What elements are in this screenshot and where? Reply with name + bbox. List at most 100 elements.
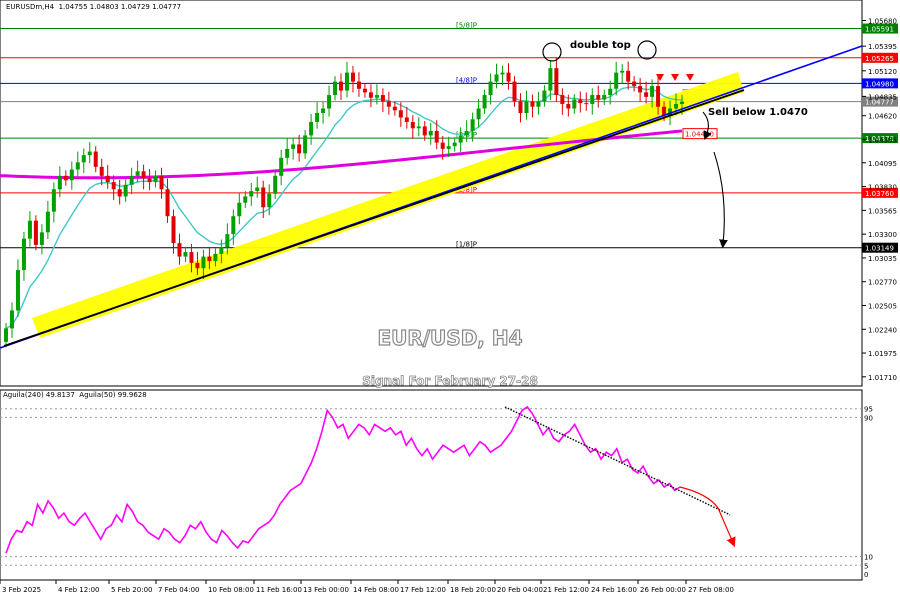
candle-body <box>15 270 20 311</box>
candle-body <box>512 81 517 102</box>
candle-body <box>45 211 50 233</box>
price-tick-label: 1.04620 <box>868 113 897 121</box>
candle-body <box>237 202 242 217</box>
price-tick-label: 1.03035 <box>868 255 897 263</box>
price-tick-label: 1.05395 <box>868 43 897 51</box>
candle-body <box>93 151 98 167</box>
time-tick-label: 10 Feb 08:00 <box>208 586 254 594</box>
indicator-pane <box>0 389 863 581</box>
candle-body <box>339 81 344 91</box>
price-tick-label: 1.04355 <box>868 136 897 144</box>
candle-body <box>105 175 110 183</box>
candle-body <box>225 234 230 248</box>
price-tick-label: 1.03300 <box>868 231 897 239</box>
indicator-header: Aguila(240) 49.8137 Aguila(50) 99.9628 <box>3 391 147 399</box>
price-tick-label: 1.05680 <box>868 18 897 26</box>
candle-body <box>75 162 80 170</box>
candle-body <box>518 101 523 113</box>
candle-body <box>273 175 278 194</box>
candle-body <box>309 121 314 136</box>
symbol-header: EURUSDm,H4 1.04755 1.04803 1.04729 1.047… <box>6 3 182 11</box>
candle-body <box>69 169 74 181</box>
time-axis: 3 Feb 2025 4 Feb 12:00 5 Feb 20:00 7 Feb 04… <box>0 580 734 594</box>
time-tick-label: 7 Feb 04:00 <box>158 586 199 594</box>
candle-body <box>219 247 224 254</box>
candle-body <box>123 184 128 197</box>
level-price-tag-text: 1.03149 <box>865 245 894 253</box>
candle-body <box>482 95 487 109</box>
candle-body <box>602 95 607 100</box>
candle-body <box>213 253 218 262</box>
candle-body <box>39 232 44 245</box>
candle-body <box>536 101 541 107</box>
candle-body <box>261 187 266 208</box>
candle-body <box>548 68 553 91</box>
price-axis: 1.05680 1.05395 1.05120 1.04835 1.04620 1.043… <box>862 18 897 382</box>
time-tick-label: 5 Feb 20:00 <box>111 586 152 594</box>
candle-body <box>135 171 140 176</box>
candle-body <box>452 142 457 147</box>
candle-body <box>147 178 152 183</box>
candle-body <box>434 130 439 143</box>
price-tick-label: 1.03565 <box>868 207 897 215</box>
candle-body <box>488 81 493 96</box>
candle-body <box>392 106 397 111</box>
time-tick-label: 11 Feb 16:00 <box>256 586 302 594</box>
candle-body <box>63 175 68 181</box>
candle-body <box>494 74 499 82</box>
candle-body <box>584 103 589 105</box>
chart-canvas: [5/8]P 1.055911.05265[4/8]P 1.049801.04777… <box>0 0 898 594</box>
candle-body <box>380 95 385 102</box>
candle-body <box>171 216 176 244</box>
candle-body <box>333 81 338 96</box>
candle-body <box>524 101 529 113</box>
candle-body <box>99 166 104 176</box>
time-tick-label: 20 Feb 04:00 <box>497 586 543 594</box>
candle-body <box>530 101 535 107</box>
candle-body <box>590 95 595 105</box>
candle-body <box>350 72 355 82</box>
indicator-tick-label: 95 <box>864 406 873 414</box>
double-top-label: double top <box>570 40 631 51</box>
indicator-tick-label: 90 <box>864 414 873 422</box>
candle-body <box>297 144 302 154</box>
candle-body <box>374 95 379 98</box>
candle-body <box>572 99 577 109</box>
time-tick-label: 4 Feb 12:00 <box>58 586 99 594</box>
candle-body <box>231 216 236 235</box>
candle-body <box>81 155 86 163</box>
candle-body <box>195 262 200 269</box>
price-tick-label: 1.03830 <box>868 184 897 192</box>
candle-body <box>57 175 62 190</box>
candle-body <box>554 68 559 96</box>
price-tick-label: 1.05120 <box>868 68 897 76</box>
candle-body <box>4 328 8 342</box>
sell-label: Sell below 1.0470 <box>708 107 808 118</box>
candle-body <box>608 88 613 96</box>
candle-body <box>344 72 349 91</box>
price-tick-label: 1.04835 <box>868 93 897 101</box>
candle-body <box>368 92 373 98</box>
candle-body <box>255 187 260 192</box>
chart-subtitle: Signal For February 27-28 <box>362 374 538 388</box>
candle-body <box>446 146 451 149</box>
candle-body <box>476 108 481 120</box>
candle-body <box>189 252 194 263</box>
candle-body <box>279 157 284 176</box>
candle-body <box>458 135 463 143</box>
level-price-tag-text: 1.04980 <box>865 80 894 88</box>
candle-body <box>470 119 475 131</box>
candle-body <box>207 256 212 262</box>
candle-body <box>303 135 308 154</box>
candle-body <box>464 130 469 136</box>
price-tick-label: 1.02240 <box>868 326 897 334</box>
level-price-tag-text: 1.05265 <box>865 55 894 63</box>
candle-body <box>201 256 206 269</box>
candle-body <box>398 110 403 118</box>
candle-body <box>141 171 146 179</box>
candle-body <box>291 144 296 149</box>
level-label: [1/8]P <box>456 241 477 249</box>
level-label: [5/8]P <box>456 22 477 30</box>
candle-body <box>404 117 409 122</box>
candle-body <box>87 151 92 156</box>
